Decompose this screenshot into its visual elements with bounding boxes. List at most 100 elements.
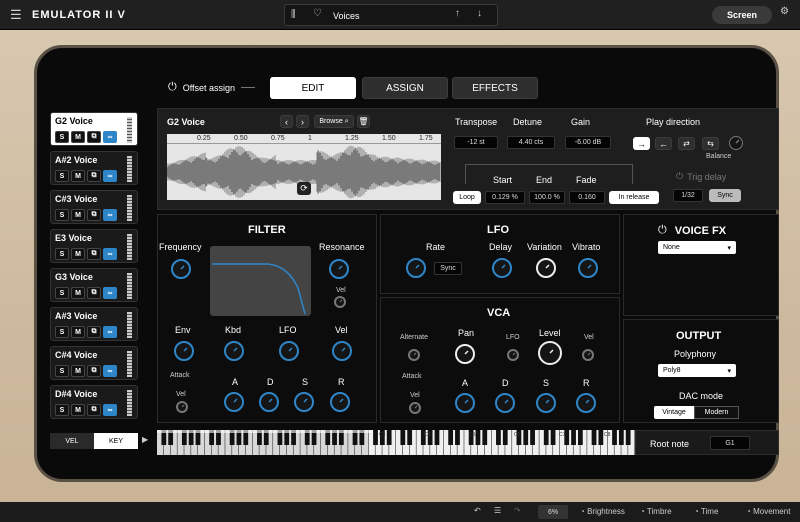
solo-button[interactable]: S	[55, 170, 69, 182]
alternate-knob[interactable]	[408, 349, 420, 361]
copy-icon[interactable]: ⧉	[87, 248, 101, 260]
ping-pong-icon[interactable]: ⇄	[678, 137, 695, 150]
gain-value[interactable]: -6.00 dB	[565, 136, 611, 149]
voice-slot[interactable]: C#3 Voice S M ⧉ ∞	[50, 190, 138, 224]
voice-fx-power-icon[interactable]: ⏻	[658, 224, 667, 237]
brightness-control[interactable]: ◔ Brightness	[580, 507, 625, 516]
mute-button[interactable]: M	[71, 326, 85, 338]
link-icon[interactable]: ∞	[103, 404, 117, 416]
filter-curve-display[interactable]	[210, 246, 311, 316]
mute-button[interactable]: M	[71, 365, 85, 377]
trig-power-icon[interactable]: ⏻	[676, 171, 683, 182]
link-icon[interactable]: ∞	[103, 170, 117, 182]
voice-slot[interactable]: A#3 Voice S M ⧉ ∞	[50, 307, 138, 341]
env-knob[interactable]	[174, 341, 194, 361]
rate-knob[interactable]	[406, 258, 426, 278]
in-release-button[interactable]: In release	[609, 191, 659, 204]
vel-button[interactable]: VEL	[50, 433, 94, 449]
voice-slot[interactable]: C#4 Voice S M ⧉ ∞	[50, 346, 138, 380]
arrow-down-icon[interactable]: ↓	[477, 8, 482, 19]
copy-icon[interactable]: ⧉	[87, 287, 101, 299]
loop-button[interactable]: Loop	[453, 191, 481, 204]
vca-d-knob[interactable]	[495, 393, 515, 413]
timbre-control[interactable]: ◔ Timbre	[640, 507, 672, 516]
solo-button[interactable]: S	[55, 287, 69, 299]
offset-assign[interactable]: ⏻ Offset assign	[168, 81, 256, 94]
undo-icon[interactable]: ↶	[474, 506, 481, 515]
copy-icon[interactable]: ⧉	[87, 404, 101, 416]
screen-button[interactable]: Screen	[712, 6, 772, 24]
kbd-knob[interactable]	[224, 341, 244, 361]
time-control[interactable]: ◔ Time	[694, 507, 718, 516]
reverse-icon[interactable]: ←	[655, 137, 672, 150]
preset-name[interactable]: Voices	[333, 11, 360, 21]
pan-knob[interactable]	[455, 344, 475, 364]
heart-icon[interactable]: ♡	[313, 8, 322, 19]
alternate-icon[interactable]: ⇆	[702, 137, 719, 150]
root-note-value[interactable]: G1	[710, 436, 750, 450]
solo-button[interactable]: S	[55, 404, 69, 416]
voice-level-meter[interactable]	[127, 351, 132, 377]
refresh-icon[interactable]: ⟳	[297, 182, 311, 195]
tab-edit[interactable]: EDIT	[270, 77, 356, 99]
filter-s-knob[interactable]	[294, 392, 314, 412]
tab-effects[interactable]: EFFECTS	[452, 77, 538, 99]
filter-vel-knob[interactable]	[332, 341, 352, 361]
filter-lfo-knob[interactable]	[279, 341, 299, 361]
next-sample-button[interactable]: ›	[296, 115, 309, 128]
solo-button[interactable]: S	[55, 209, 69, 221]
copy-icon[interactable]: ⧉	[87, 131, 101, 143]
tab-assign[interactable]: ASSIGN	[362, 77, 448, 99]
solo-button[interactable]: S	[55, 326, 69, 338]
history-icon[interactable]: ☰	[494, 506, 501, 515]
voice-level-meter[interactable]	[127, 390, 132, 416]
mute-button[interactable]: M	[71, 287, 85, 299]
balance-knob[interactable]	[729, 136, 743, 150]
keyboard[interactable]: C3 C4 C5 C6 C7 C8	[157, 430, 635, 455]
vca-a-knob[interactable]	[455, 393, 475, 413]
lfo-sync-button[interactable]: Sync	[434, 262, 462, 275]
voice-level-meter[interactable]	[127, 312, 132, 338]
voice-slot[interactable]: E3 Voice S M ⧉ ∞	[50, 229, 138, 263]
vibrato-knob[interactable]	[578, 258, 598, 278]
level-knob[interactable]	[538, 341, 562, 365]
copy-icon[interactable]: ⧉	[87, 209, 101, 221]
polyphony-dropdown[interactable]: Poly8 ▾	[658, 364, 736, 377]
browse-button[interactable]: Browse ⌕	[314, 115, 354, 128]
vca-lfo-knob[interactable]	[507, 349, 519, 361]
delay-knob[interactable]	[492, 258, 512, 278]
settings-gear-icon[interactable]: ⚙	[780, 6, 789, 17]
filter-a-knob[interactable]	[224, 392, 244, 412]
vca-vel-knob[interactable]	[582, 349, 594, 361]
mute-button[interactable]: M	[71, 404, 85, 416]
mute-button[interactable]: M	[71, 209, 85, 221]
resonance-knob[interactable]	[329, 259, 349, 279]
redo-icon[interactable]: ↷	[514, 506, 521, 515]
menu-icon[interactable]: ☰	[10, 7, 22, 23]
copy-icon[interactable]: ⧉	[87, 170, 101, 182]
voice-slot[interactable]: D#4 Voice S M ⧉ ∞	[50, 385, 138, 419]
voice-fx-dropdown[interactable]: None ▾	[658, 241, 736, 254]
link-icon[interactable]: ∞	[103, 209, 117, 221]
filter-r-knob[interactable]	[330, 392, 350, 412]
detune-value[interactable]: 4.40 cts	[507, 136, 555, 149]
mute-button[interactable]: M	[71, 170, 85, 182]
vca-s-knob[interactable]	[536, 393, 556, 413]
resonance-vel-knob[interactable]	[334, 296, 346, 308]
fade-value[interactable]: 0.160	[569, 191, 605, 204]
frequency-knob[interactable]	[171, 259, 191, 279]
library-icon[interactable]: ⫼	[291, 9, 296, 20]
trash-icon[interactable]: 🗑	[357, 115, 370, 128]
mute-button[interactable]: M	[71, 248, 85, 260]
voice-level-meter[interactable]	[127, 195, 132, 221]
end-value[interactable]: 100.0 %	[529, 191, 565, 204]
voice-slot[interactable]: A#2 Voice S M ⧉ ∞	[50, 151, 138, 185]
link-icon[interactable]: ∞	[103, 326, 117, 338]
variation-knob[interactable]	[536, 258, 556, 278]
vca-attack-vel-knob[interactable]	[409, 402, 421, 414]
voice-slot[interactable]: G3 Voice S M ⧉ ∞	[50, 268, 138, 302]
trig-delay-value[interactable]: 1/32	[673, 189, 703, 202]
voice-level-meter[interactable]	[127, 234, 132, 260]
filter-attack-vel-knob[interactable]	[176, 401, 188, 413]
voice-level-meter[interactable]	[127, 273, 132, 299]
